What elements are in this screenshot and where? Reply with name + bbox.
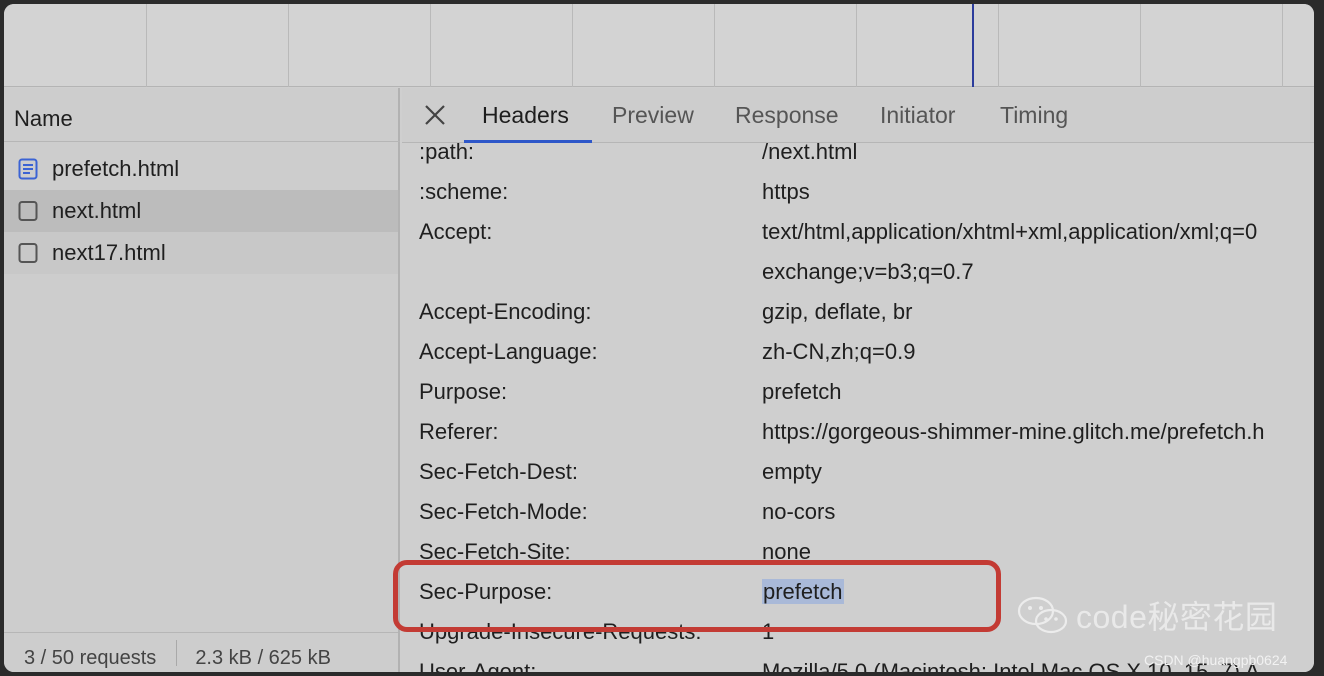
close-icon[interactable]: [422, 102, 448, 128]
watermark: code秘密花园: [1016, 592, 1277, 638]
header-value: gzip, deflate, br: [762, 299, 913, 324]
timeline-gridline: [998, 4, 999, 87]
timeline-gridline: [572, 4, 573, 87]
header-row: Accept: text/html,application/xhtml+xml,…: [402, 213, 1314, 253]
header-row: :scheme: https: [402, 173, 1314, 213]
tab-timing[interactable]: Timing: [1000, 102, 1068, 129]
header-value: https: [762, 179, 810, 204]
status-divider: [176, 640, 178, 666]
header-row: Accept-Language: zh-CN,zh;q=0.9: [402, 333, 1314, 373]
name-column-header[interactable]: Name: [4, 88, 400, 142]
timeline-gridline: [1282, 4, 1283, 87]
request-name: next17.html: [52, 240, 166, 265]
tab-initiator[interactable]: Initiator: [880, 102, 955, 129]
timeline-gridline: [856, 4, 857, 87]
status-bar: 3 / 50 requests 2.3 kB / 625 kB: [4, 632, 398, 672]
header-key: User-Agent:: [419, 659, 537, 672]
header-row: Sec-Fetch-Mode: no-cors: [402, 493, 1314, 533]
timeline-load-marker: [972, 4, 974, 87]
request-name: prefetch.html: [52, 156, 180, 181]
header-row: Sec-Fetch-Dest: empty: [402, 453, 1314, 493]
header-row: Accept-Encoding: gzip, deflate, br: [402, 293, 1314, 333]
header-row: :path: /next.html: [402, 133, 1314, 173]
header-key: :scheme:: [419, 179, 509, 204]
header-key: Accept:: [419, 219, 493, 244]
timeline-gridline: [146, 4, 147, 87]
timeline-gridline: [714, 4, 715, 87]
header-key: Sec-Fetch-Mode:: [419, 499, 588, 524]
tab-headers[interactable]: Headers: [482, 102, 569, 129]
header-key: :path:: [419, 139, 475, 164]
header-value: exchange;v=b3;q=0.7: [762, 259, 974, 284]
timeline-overview[interactable]: [4, 4, 1314, 87]
header-value: zh-CN,zh;q=0.9: [762, 339, 916, 364]
csdn-credit: CSDN @huangpb0624: [1144, 652, 1288, 668]
header-value: no-cors: [762, 499, 836, 524]
annotation-highlight-box: [393, 560, 1001, 632]
tab-response[interactable]: Response: [735, 102, 839, 129]
header-row: Purpose: prefetch: [402, 373, 1314, 413]
timeline-gridline: [288, 4, 289, 87]
request-name: next.html: [52, 198, 142, 223]
header-key: Sec-Fetch-Dest:: [419, 459, 578, 484]
transfer-size: 2.3 kB / 625 kB: [195, 647, 331, 669]
header-key: Referer:: [419, 419, 499, 444]
header-key: Accept-Encoding:: [419, 299, 592, 324]
request-row-next17[interactable]: next17.html: [4, 232, 398, 274]
header-row: exchange;v=b3;q=0.7: [402, 253, 1314, 293]
request-list: Name prefetch.html next.html next17.html: [4, 88, 400, 672]
header-row: Referer: https://gorgeous-shimmer-mine.g…: [402, 413, 1314, 453]
header-value: empty: [762, 459, 822, 484]
header-value: /next.html: [762, 139, 858, 164]
blank-file-icon: [18, 201, 38, 221]
header-value: prefetch: [762, 379, 842, 404]
header-value: https://gorgeous-shimmer-mine.glitch.me/…: [762, 419, 1265, 444]
request-row-prefetch[interactable]: prefetch.html: [4, 148, 398, 190]
wechat-icon: [1017, 596, 1068, 634]
timeline-gridline: [430, 4, 431, 87]
document-icon: [18, 158, 38, 180]
header-key: Purpose:: [419, 379, 508, 404]
request-row-next[interactable]: next.html: [4, 190, 398, 232]
watermark-text: code秘密花园: [1076, 599, 1278, 635]
blank-file-icon: [18, 243, 38, 263]
timeline-gridline: [1140, 4, 1141, 87]
devtools-network-panel: Name prefetch.html next.html next17.html: [4, 4, 1314, 672]
tab-preview[interactable]: Preview: [612, 102, 694, 129]
header-value: text/html,application/xhtml+xml,applicat…: [762, 219, 1258, 244]
request-count: 3 / 50 requests: [24, 647, 157, 669]
header-key: Accept-Language:: [419, 339, 598, 364]
